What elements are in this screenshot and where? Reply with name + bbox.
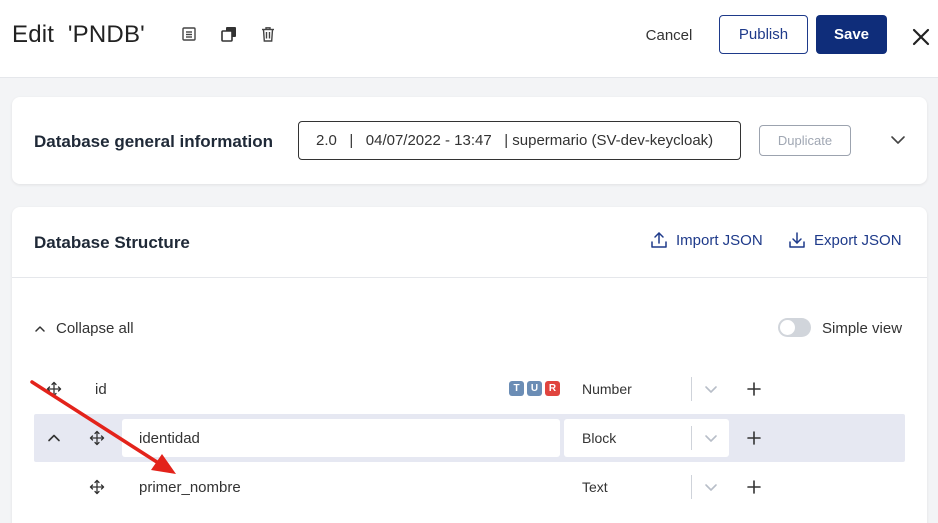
add-icon[interactable]: [747, 382, 761, 396]
field-row: primer_nombre Text: [34, 463, 905, 511]
import-json-label: Import JSON: [676, 231, 763, 249]
field-row: id T U R Number: [34, 365, 905, 413]
trash-icon[interactable]: [259, 25, 277, 43]
top-bar: Edit 'PNDB' Cancel Publish Save: [0, 0, 938, 78]
structure-title: Database Structure: [34, 233, 190, 252]
chevron-down-icon[interactable]: [888, 130, 908, 150]
import-json-link[interactable]: Import JSON: [650, 231, 763, 249]
field-type[interactable]: Block: [582, 430, 616, 446]
download-icon: [788, 231, 806, 249]
chevron-down-icon[interactable]: [703, 381, 719, 397]
upload-icon: [650, 231, 668, 249]
copy-icon[interactable]: [220, 25, 238, 43]
structure-card: Database Structure Import JSON Export JS…: [12, 207, 927, 523]
duplicate-button[interactable]: Duplicate: [759, 125, 851, 156]
close-icon[interactable]: [910, 26, 932, 48]
add-icon[interactable]: [747, 480, 761, 494]
field-name[interactable]: primer_nombre: [139, 479, 241, 496]
chevron-up-icon: [35, 325, 45, 332]
general-info-card: Database general information 2.0 | 04/07…: [12, 97, 927, 184]
add-icon[interactable]: [747, 431, 761, 445]
type-separator: [691, 475, 692, 499]
type-separator: [691, 426, 692, 450]
general-info-title: Database general information: [34, 132, 274, 151]
field-type[interactable]: Number: [582, 381, 632, 397]
toggle-knob: [780, 320, 795, 335]
collapse-all-button[interactable]: Collapse all: [34, 320, 134, 337]
field-row-selected: Block: [34, 414, 905, 462]
simple-view-toggle[interactable]: [778, 318, 811, 337]
divider: [12, 277, 927, 278]
list-icon[interactable]: [180, 25, 198, 43]
field-type[interactable]: Text: [582, 479, 608, 495]
field-badges: T U R: [509, 381, 560, 396]
move-icon[interactable]: [46, 381, 62, 397]
move-icon[interactable]: [89, 430, 105, 446]
badge-u: U: [527, 381, 542, 396]
field-name[interactable]: id: [95, 381, 107, 398]
version-selector[interactable]: 2.0 | 04/07/2022 - 13:47 | supermario (S…: [298, 121, 741, 160]
simple-view-label: Simple view: [822, 320, 903, 337]
type-separator: [691, 377, 692, 401]
publish-button[interactable]: Publish: [719, 15, 808, 54]
collapse-all-label: Collapse all: [56, 320, 134, 337]
chevron-up-icon[interactable]: [47, 431, 61, 445]
badge-r: R: [545, 381, 560, 396]
export-json-link[interactable]: Export JSON: [788, 231, 902, 249]
badge-t: T: [509, 381, 524, 396]
save-button[interactable]: Save: [816, 15, 887, 54]
chevron-down-icon[interactable]: [703, 479, 719, 495]
page-title: Edit 'PNDB': [12, 21, 145, 48]
cancel-button[interactable]: Cancel: [632, 16, 706, 54]
export-json-label: Export JSON: [814, 231, 902, 249]
field-name-input[interactable]: [122, 419, 560, 457]
chevron-down-icon[interactable]: [703, 430, 719, 446]
move-icon[interactable]: [89, 479, 105, 495]
